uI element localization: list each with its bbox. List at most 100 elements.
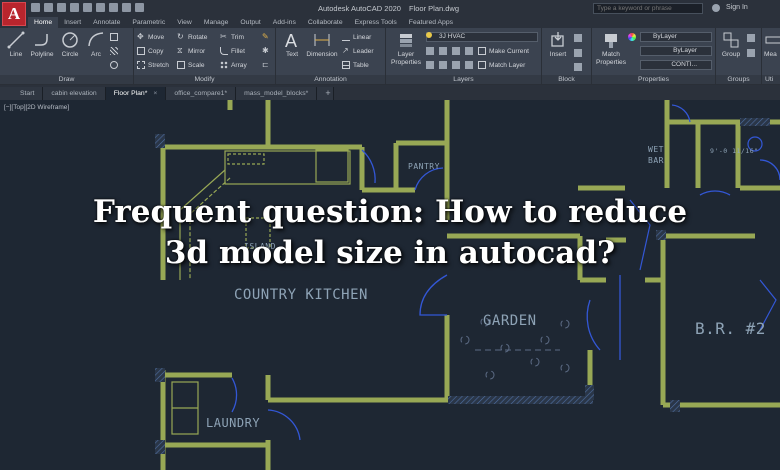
open-icon[interactable] (44, 3, 53, 12)
save-as-icon[interactable] (70, 3, 79, 12)
utilities-panel-title[interactable]: Uti (762, 75, 780, 84)
edit-attributes-tool[interactable] (574, 63, 582, 71)
measure-tool[interactable]: Mea (764, 31, 780, 58)
layer-thaw-icon[interactable] (452, 61, 460, 69)
dimension-tool[interactable]: Dimension (306, 31, 338, 58)
group-label: Group (721, 51, 741, 58)
ribbon-tab-view[interactable]: View (171, 17, 198, 28)
ribbon-tab-insert[interactable]: Insert (58, 17, 87, 28)
edit-block-tool[interactable] (574, 49, 582, 57)
trim-tool[interactable]: ✂ Trim (220, 33, 244, 41)
drawing-viewport[interactable]: COUNTRY KITCHEN GARDEN B.R. #2 LAUNDRY P… (0, 100, 780, 470)
layer-dropdown[interactable]: 3J HVAC (426, 32, 538, 42)
modify-panel-title[interactable]: Modify (134, 75, 275, 84)
new-icon[interactable] (31, 3, 40, 12)
group-tool[interactable]: Group (718, 31, 744, 58)
match-layer-tool[interactable]: Match Layer (478, 61, 525, 69)
move-tool[interactable]: ✥ Move (137, 33, 164, 41)
plot-icon[interactable] (96, 3, 105, 12)
properties-panel: Match Properties ByLayer ByLayer CONTI..… (592, 28, 716, 85)
ribbon-tab-express-tools[interactable]: Express Tools (349, 17, 403, 28)
circle-tool[interactable]: Circle (57, 31, 83, 58)
share-icon[interactable] (135, 3, 144, 12)
layer-isolate-icon[interactable] (439, 47, 447, 55)
ribbon-tab-annotate[interactable]: Annotate (87, 17, 126, 28)
layer-freeze-icon[interactable] (452, 47, 460, 55)
layer-tools-row-2[interactable] (426, 61, 473, 69)
rectangle-tool[interactable] (110, 33, 118, 41)
color-wheel-icon (628, 33, 636, 41)
arc-tool[interactable]: Arc (83, 31, 109, 58)
layer-unisolate-icon[interactable] (439, 61, 447, 69)
rotate-tool[interactable]: ↻ Rotate (177, 33, 207, 41)
insert-tool[interactable]: Insert (545, 31, 571, 58)
layers-panel-title[interactable]: Layers (386, 75, 541, 84)
leader-tool[interactable]: ↗ Leader (342, 47, 374, 55)
block-panel-title[interactable]: Block (542, 75, 591, 84)
sign-in-link[interactable]: Sign In (726, 4, 748, 11)
ribbon-tab-parametric[interactable]: Parametric (126, 17, 171, 28)
match-properties-tool[interactable]: Match Properties (594, 31, 628, 67)
viewport-controls[interactable]: [−][Top][2D Wireframe] (4, 104, 69, 111)
ungroup-tool[interactable] (747, 34, 755, 42)
hatch-tool[interactable] (110, 47, 118, 55)
search-input[interactable] (597, 5, 697, 12)
mirror-tool[interactable]: ⧖ Mirror (177, 47, 205, 55)
linetype-dropdown[interactable]: CONTI... (640, 60, 712, 70)
ribbon-tab-output[interactable]: Output (234, 17, 266, 28)
erase-tool[interactable]: ✎ (262, 33, 270, 41)
ribbon-tab-collaborate[interactable]: Collaborate (302, 17, 349, 28)
room-label-br2: B.R. #2 (695, 319, 766, 338)
ribbon-tab-featured-apps[interactable]: Featured Apps (403, 17, 459, 28)
new-tab-button[interactable]: + (317, 87, 335, 100)
line-tool[interactable]: Line (3, 31, 29, 58)
fillet-tool[interactable]: Fillet (220, 47, 245, 55)
make-current-tool[interactable]: Make Current (478, 47, 529, 55)
polyline-tool[interactable]: Polyline (29, 31, 55, 58)
layer-lock-icon[interactable] (465, 47, 473, 55)
text-tool[interactable]: A Text (279, 31, 305, 58)
ribbon-tab-home[interactable]: Home (28, 17, 59, 28)
properties-panel-title[interactable]: Properties (592, 75, 715, 84)
array-icon (220, 61, 228, 69)
walls (160, 100, 780, 470)
color-dropdown[interactable]: ByLayer (640, 32, 712, 42)
application-menu-button[interactable]: A (2, 2, 26, 26)
close-tab-icon[interactable]: × (153, 90, 157, 97)
group-edit-tool[interactable] (747, 49, 755, 57)
match-properties-icon (605, 34, 617, 48)
web-mobile-icon[interactable] (83, 3, 92, 12)
groups-panel-title[interactable]: Groups (716, 75, 761, 84)
doc-tab-start[interactable]: Start (0, 87, 44, 100)
doc-tab-cabin-elevation[interactable]: cabin elevation (43, 87, 106, 100)
layer-properties-tool[interactable]: Layer Properties (389, 31, 423, 67)
linear-tool[interactable]: Linear (342, 33, 371, 41)
copy-tool[interactable]: Copy (137, 47, 163, 55)
doc-tab-mass-model-blocks[interactable]: mass_model_blocks* (236, 87, 318, 100)
create-block-tool[interactable] (574, 34, 582, 42)
user-icon[interactable] (712, 4, 720, 12)
save-icon[interactable] (57, 3, 66, 12)
table-tool[interactable]: Table (342, 61, 369, 69)
layer-off-icon[interactable] (426, 47, 434, 55)
scale-tool[interactable]: Scale (177, 61, 205, 69)
offset-tool[interactable]: ⊏ (262, 61, 270, 69)
explode-tool[interactable]: ✱ (262, 47, 270, 55)
annotation-panel-title[interactable]: Annotation (276, 75, 385, 84)
stretch-tool[interactable]: Stretch (137, 61, 169, 69)
ellipse-tool[interactable] (110, 61, 118, 69)
undo-icon[interactable] (109, 3, 118, 12)
draw-panel-title[interactable]: Draw (0, 75, 133, 84)
lineweight-dropdown[interactable]: ByLayer (640, 46, 712, 56)
ribbon-tab-manage[interactable]: Manage (198, 17, 235, 28)
doc-tab-floor-plan[interactable]: Floor Plan* × (105, 87, 167, 100)
quick-access-toolbar[interactable] (31, 3, 144, 12)
array-tool[interactable]: Array (220, 61, 247, 69)
doc-tab-office-compare[interactable]: office_compare1* (166, 87, 237, 100)
layer-unlock-icon[interactable] (465, 61, 473, 69)
ribbon-tab-add-ins[interactable]: Add-ins (267, 17, 302, 28)
layer-on-icon[interactable] (426, 61, 434, 69)
redo-icon[interactable] (122, 3, 131, 12)
layer-tools-row-1[interactable] (426, 47, 473, 55)
search-box[interactable] (593, 3, 703, 14)
